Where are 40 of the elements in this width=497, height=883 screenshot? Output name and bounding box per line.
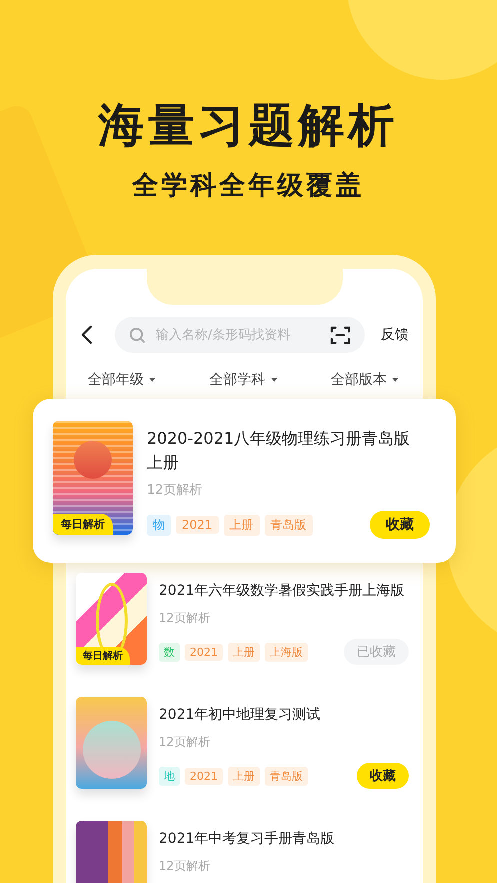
book-title[interactable]: 2021年初中地理复习测试	[159, 705, 409, 725]
caret-icon	[270, 378, 278, 382]
subheadline: 全学科全年级覆盖	[132, 170, 364, 203]
book-title[interactable]: 2020-2021八年级物理练习册青岛版上册	[147, 427, 430, 475]
caret-icon	[149, 378, 156, 382]
tag: 上册	[224, 514, 260, 536]
subject-tag: 物	[147, 514, 171, 536]
page-count: 12页解析	[159, 610, 212, 627]
tag: 上册	[228, 766, 260, 786]
collect-button[interactable]: 收藏	[357, 763, 409, 789]
tag: 上海版	[265, 642, 308, 662]
book-cover[interactable]: 每日解析	[53, 421, 133, 535]
headline: 海量习题解析	[98, 97, 398, 154]
scan-icon[interactable]	[330, 326, 351, 344]
subject-tag: 地	[159, 766, 180, 786]
book-cover[interactable]: 每日解析	[76, 573, 147, 665]
subject-tag: 数	[159, 642, 180, 662]
circle-shape	[74, 441, 112, 479]
feedback-link[interactable]: 反馈	[381, 326, 409, 344]
caret-icon	[392, 378, 399, 382]
page-count: 12页解析	[159, 734, 212, 751]
tag: 2021	[176, 516, 219, 534]
featured-card[interactable]: 每日解析 2020-2021八年级物理练习册青岛版上册 12页解析 物 2021 上册 青岛版 收藏	[33, 399, 456, 563]
filter-dropdown[interactable]: 全部版本	[331, 371, 399, 389]
page-count: 12页解析	[147, 482, 204, 499]
book-title[interactable]: 2021年中考复习手册青岛版	[159, 829, 409, 849]
collect-button[interactable]: 收藏	[370, 511, 430, 539]
tag: 上册	[228, 642, 260, 662]
filter-dropdown[interactable]: 全部学科	[210, 371, 278, 389]
tag: 青岛版	[265, 766, 308, 786]
daily-badge: 每日解析	[76, 647, 130, 665]
book-title[interactable]: 2021年六年级数学暑假实践手册上海版	[159, 581, 409, 601]
search-icon	[129, 326, 146, 344]
filter-dropdown[interactable]: 全部年级	[88, 371, 156, 389]
back-icon[interactable]	[81, 325, 93, 345]
tag: 2021	[185, 644, 223, 660]
tag: 青岛版	[264, 514, 313, 536]
daily-badge: 每日解析	[53, 514, 113, 535]
page-count: 12页解析	[159, 858, 212, 875]
tag: 2021	[185, 768, 223, 784]
